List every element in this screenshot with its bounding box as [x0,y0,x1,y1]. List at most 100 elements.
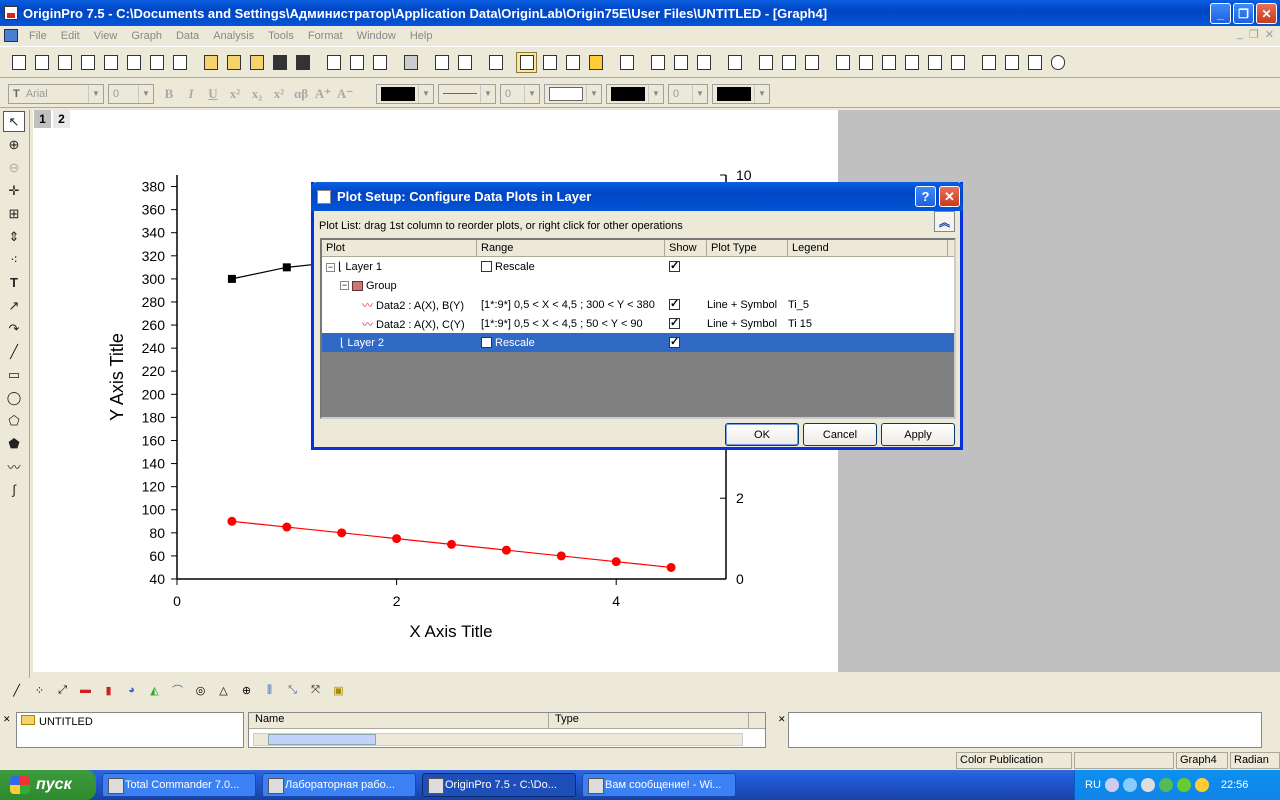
zoom-in-icon[interactable] [647,52,668,73]
layer-tab-1[interactable]: 1 [34,110,51,128]
col-name[interactable]: Name [249,713,549,728]
data-selector-icon[interactable]: ⇕ [3,226,25,247]
increase-font-icon[interactable]: A⁺ [312,84,334,104]
close-button[interactable]: ✕ [1256,3,1277,24]
new-project-icon[interactable] [8,52,29,73]
show-checkbox[interactable] [669,261,680,273]
new-function-icon[interactable] [123,52,144,73]
plot-row-layer2[interactable]: ⌊ Layer 2 Rescale [322,333,954,352]
data-point-circle[interactable] [227,516,237,526]
menu-analysis[interactable]: Analysis [206,30,261,42]
plot-row-data2-b[interactable]: 〰 Data2 : A(X), B(Y) [1*:9*] 0,5 < X < 4,… [322,295,954,314]
data-point-circle[interactable] [501,545,511,555]
data-point-circle[interactable] [337,528,347,538]
col-show[interactable]: Show [665,240,707,256]
ternary-icon[interactable]: △ [213,680,234,701]
col-plot-type[interactable]: Plot Type [707,240,788,256]
pie-chart-icon[interactable]: ◕ [121,680,142,701]
layer-9-icon[interactable] [801,52,822,73]
back-tray-icon[interactable] [1122,778,1137,792]
language-indicator[interactable]: RU [1085,779,1101,791]
font-color-select[interactable]: ▼ [376,83,434,104]
zoom-out-tool-icon[interactable]: ⊖ [3,157,25,178]
plot-row-layer1[interactable]: − ⌊ Layer 1 Rescale [322,257,954,276]
col-type[interactable]: Type [549,713,749,728]
line-color-select[interactable]: ▼ [606,83,664,104]
align-icon[interactable] [978,52,999,73]
supsub-icon[interactable]: x² [268,84,290,104]
info-tray-icon[interactable] [1194,778,1209,792]
new-graph-icon[interactable] [77,52,98,73]
data-point-circle[interactable] [556,551,566,561]
data-point-square[interactable] [282,263,291,272]
col-plot[interactable]: Plot [322,240,477,256]
distribute-icon[interactable] [1001,52,1022,73]
data-point-circle[interactable] [666,562,676,572]
line-symbol-icon[interactable]: ⤢ [52,680,73,701]
screen-reader-icon[interactable]: ✛ [3,180,25,201]
minimize-button[interactable]: _ [1210,3,1231,24]
circle-tool-icon[interactable]: ◯ [3,387,25,408]
line-tool-icon[interactable]: ╱ [3,341,25,362]
layer-tab-2[interactable]: 2 [53,110,70,128]
data-reader-icon[interactable]: ⊞ [3,203,25,224]
rescale-checkbox[interactable] [481,261,492,273]
whole-page-icon[interactable] [693,52,714,73]
show-checkbox[interactable] [669,299,680,311]
font-select[interactable]: T Arial ▼ [8,83,104,104]
mdi-restore-icon[interactable]: ❐ [1249,28,1259,41]
zoom-out-icon[interactable] [670,52,691,73]
area-chart-icon[interactable]: ◭ [144,680,165,701]
close-explorer-icon[interactable]: ✕ [3,714,11,725]
task-internet-explorer[interactable]: Вам сообщение! - Wi... [582,773,736,797]
line-style-select[interactable]: ▼ [438,83,496,104]
greek-icon[interactable]: αβ [290,84,312,104]
data-point-circle[interactable] [447,539,456,549]
document-icon[interactable] [4,29,18,42]
column-chart-icon[interactable]: ▮ [98,680,119,701]
refresh-icon[interactable] [454,52,475,73]
underline-button[interactable]: U [202,84,224,104]
y-axis-title[interactable]: Y Axis Title [107,333,127,421]
dialog-close-button[interactable]: ✕ [939,186,960,207]
freehand-tool-icon[interactable]: ∫ [3,479,25,500]
axis-bottom-icon[interactable] [832,52,853,73]
origin-app-icon[interactable] [4,6,18,20]
worksheet-template-icon[interactable]: ▣ [328,680,349,701]
new-notes-icon[interactable] [169,52,190,73]
import-wizard-icon[interactable] [369,52,390,73]
decrease-font-icon[interactable]: A⁻ [334,84,356,104]
axis-right-icon[interactable] [878,52,899,73]
folder-tree[interactable]: UNTITLED [16,712,244,748]
symbol-color-select[interactable]: ▼ [712,83,770,104]
template-library-icon[interactable]: ⤧ [305,680,326,701]
layer-1-icon[interactable] [755,52,776,73]
layer-4-icon[interactable] [778,52,799,73]
x-axis-title[interactable]: X Axis Title [409,622,492,641]
axis-linked-icon[interactable] [947,52,968,73]
col-legend[interactable]: Legend [788,240,948,256]
mdi-minimize-icon[interactable]: _ [1237,28,1243,41]
menu-edit[interactable]: Edit [54,30,87,42]
arrow-tool-icon[interactable]: ↗ [3,295,25,316]
task-word-document[interactable]: Лабораторная рабо... [262,773,416,797]
task-total-commander[interactable]: Total Commander 7.0... [102,773,256,797]
project-explorer-icon[interactable] [485,52,506,73]
open-template-icon[interactable] [223,52,244,73]
fill-area-icon[interactable]: ⌒ [167,680,188,701]
project-folder[interactable]: UNTITLED [39,716,93,728]
plot-row-group[interactable]: − Group [322,276,954,295]
add-layer-icon[interactable] [616,52,637,73]
rescale-checkbox[interactable] [481,337,492,349]
menu-tools[interactable]: Tools [261,30,301,42]
rescale-icon[interactable] [724,52,745,73]
new-worksheet-icon[interactable] [31,52,52,73]
polygon-tool-icon[interactable]: ⬠ [3,410,25,431]
import-ascii-icon[interactable] [323,52,344,73]
polyline-tool-icon[interactable]: 〰 [3,456,25,477]
col-range[interactable]: Range [477,240,665,256]
expander-icon[interactable]: − [326,262,335,272]
axis-box-icon[interactable] [901,52,922,73]
scatter-plot-icon[interactable]: ⁘ [29,680,50,701]
restore-button[interactable]: ❐ [1233,3,1254,24]
